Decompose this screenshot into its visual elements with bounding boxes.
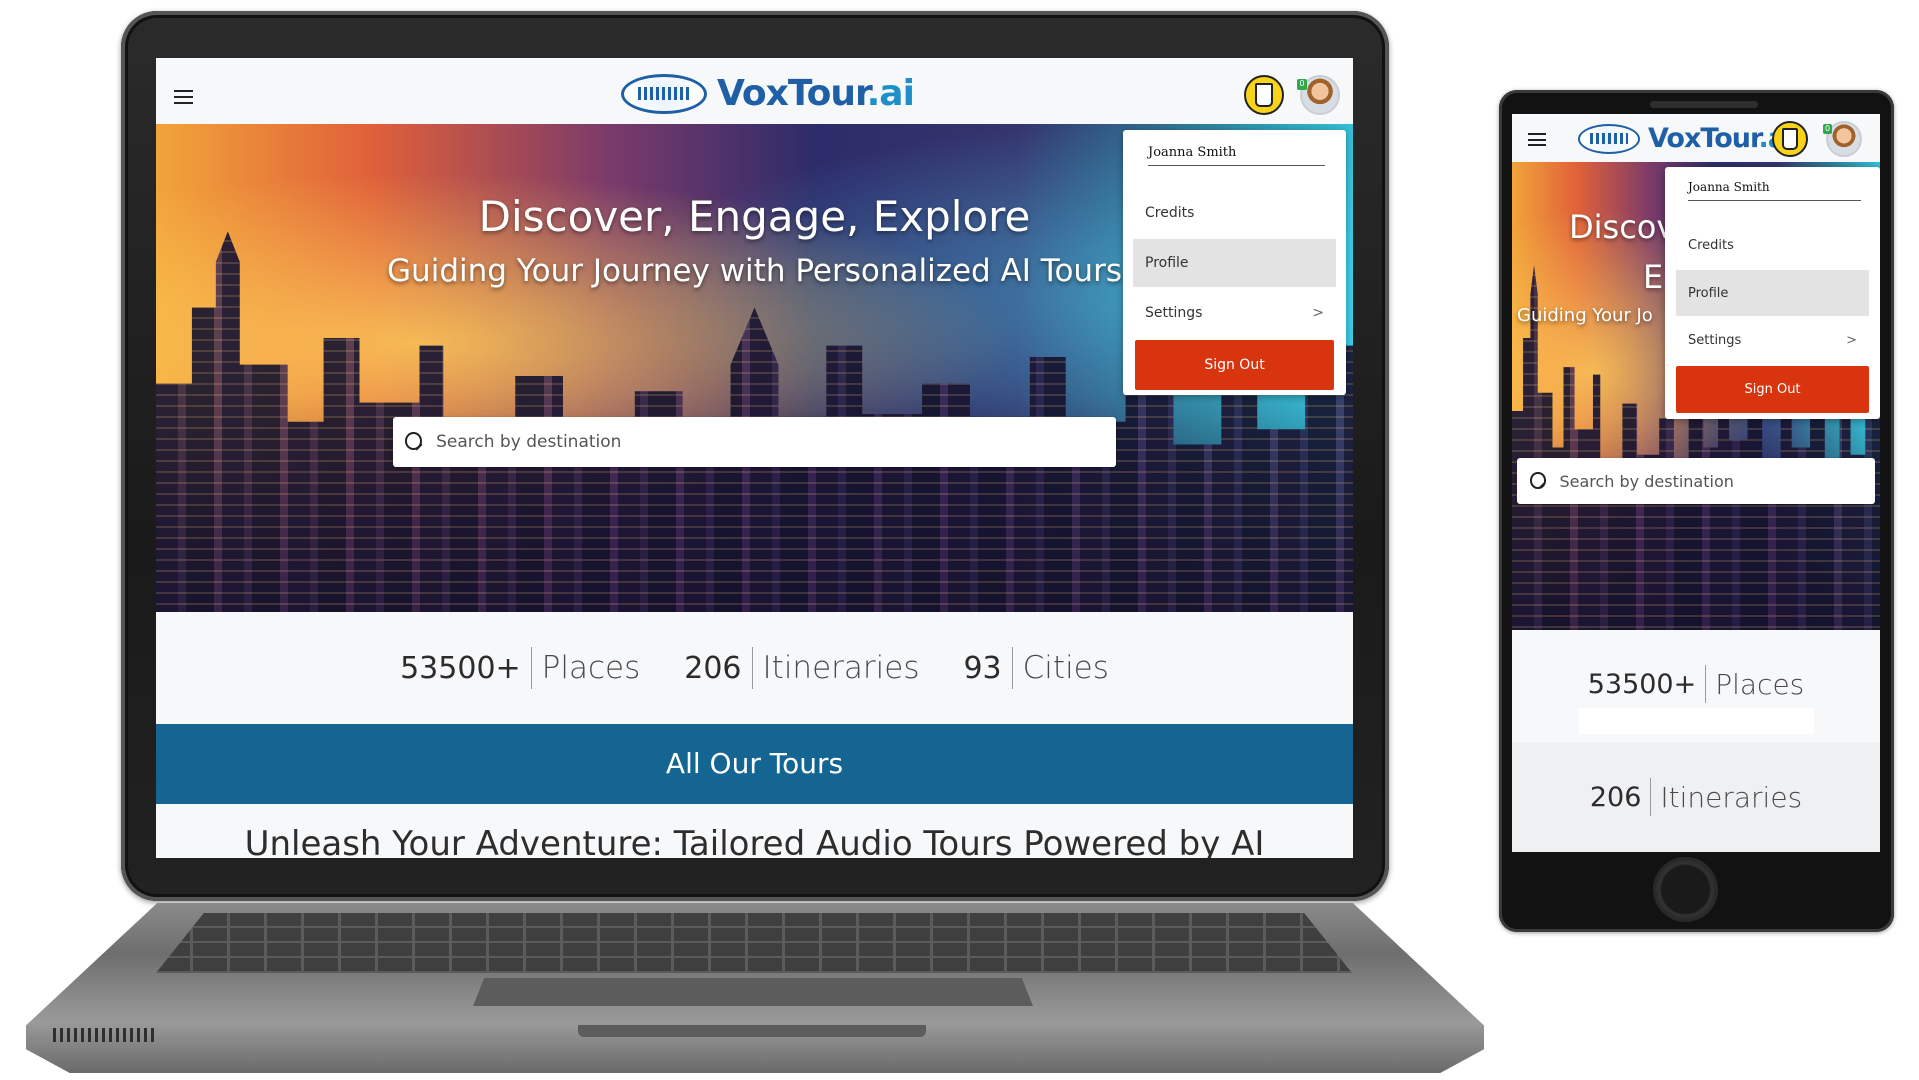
user-menu: Joanna Smith Credits Profile Settings > S… xyxy=(1123,130,1346,395)
top-bar: VoxTour.ai 0 xyxy=(156,58,1353,124)
laptop-vent xyxy=(53,1028,158,1042)
menu-item-label: Profile xyxy=(1145,255,1189,271)
search-icon xyxy=(405,432,424,452)
menu-user-name: Joanna Smith xyxy=(1148,145,1325,166)
laptop-keyboard xyxy=(156,913,1352,973)
hamburger-icon[interactable] xyxy=(174,90,193,104)
brand-suffix: .ai xyxy=(866,73,915,114)
menu-item-label: Settings xyxy=(1688,332,1742,348)
menu-item-label: Profile xyxy=(1688,285,1729,301)
stat-itineraries: 206 Itineraries xyxy=(684,647,919,689)
menu-item-label: Credits xyxy=(1145,205,1195,221)
stat-label: Places xyxy=(541,650,641,686)
stat-value: 53500+ xyxy=(1587,668,1697,700)
top-bar: VoxTour.ai 0 xyxy=(1512,114,1880,162)
globe-logo-icon xyxy=(621,73,707,114)
stat-value: 53500+ xyxy=(400,650,521,686)
phone-speaker xyxy=(1650,101,1758,108)
sign-out-button[interactable]: Sign Out xyxy=(1676,366,1869,413)
stat-itineraries: 206 Itineraries xyxy=(1512,742,1880,852)
menu-item-label: Credits xyxy=(1688,237,1734,253)
globe-logo-icon xyxy=(1578,123,1640,154)
search-input[interactable] xyxy=(436,432,1116,452)
stat-divider xyxy=(1011,647,1013,689)
stat-value: 93 xyxy=(963,650,1002,686)
stat-divider xyxy=(1650,778,1652,816)
tagline: Unleash Your Adventure: Tailored Audio T… xyxy=(244,824,1265,858)
stat-places: 53500+ Places xyxy=(400,647,640,689)
sign-out-button[interactable]: Sign Out xyxy=(1135,340,1334,390)
stat-label: Places xyxy=(1715,667,1805,701)
user-menu: Joanna Smith Credits Profile Settings > S… xyxy=(1665,167,1880,419)
stat-cities: 93 Cities xyxy=(963,647,1109,689)
stats-row: 53500+ Places 206 Itineraries 93 Cities xyxy=(156,612,1353,724)
stat-value: 206 xyxy=(1589,781,1642,813)
menu-user-name: Joanna Smith xyxy=(1688,180,1861,201)
coffee-cup-icon[interactable] xyxy=(1772,121,1808,157)
avatar-badge: 0 xyxy=(1297,79,1307,90)
stat-label: Cities xyxy=(1022,650,1109,686)
search-bar[interactable] xyxy=(1517,458,1875,504)
menu-item-profile[interactable]: Profile xyxy=(1133,239,1336,287)
stat-value: 206 xyxy=(684,650,742,686)
hero-title: Discov xyxy=(1569,208,1676,246)
chevron-right-icon: > xyxy=(1312,305,1324,321)
search-bar[interactable] xyxy=(393,417,1116,467)
laptop-base-lip xyxy=(578,1025,926,1037)
logo[interactable]: VoxTour.ai xyxy=(621,73,915,114)
stat-label: Itineraries xyxy=(762,650,920,686)
search-icon xyxy=(1530,472,1546,490)
avatar-badge: 0 xyxy=(1823,124,1832,134)
chevron-right-icon: > xyxy=(1846,332,1857,348)
menu-item-label: Settings xyxy=(1145,305,1203,321)
stat-divider xyxy=(530,647,532,689)
menu-item-credits[interactable]: Credits xyxy=(1133,189,1336,237)
laptop-trackpad xyxy=(473,978,1033,1006)
stat-places-group: 53500+ Places xyxy=(1587,665,1805,703)
logo[interactable]: VoxTour.ai xyxy=(1578,123,1794,154)
laptop-screen: VoxTour.ai 0 Discover, Engage, Explore G… xyxy=(156,58,1353,858)
stat-divider xyxy=(751,647,753,689)
brand-name: VoxTour xyxy=(1648,123,1759,154)
phone-home-button[interactable] xyxy=(1655,859,1716,920)
hero-subtitle: Guiding Your Jo xyxy=(1517,305,1653,326)
menu-item-credits[interactable]: Credits xyxy=(1676,222,1869,268)
hero-title-line2: E xyxy=(1643,258,1664,296)
menu-item-settings[interactable]: Settings > xyxy=(1676,317,1869,363)
stat-divider xyxy=(1705,665,1707,703)
menu-item-profile[interactable]: Profile xyxy=(1676,270,1869,316)
stat-spacer xyxy=(1579,708,1814,734)
search-input[interactable] xyxy=(1559,471,1875,491)
stat-label: Itineraries xyxy=(1660,780,1803,814)
phone-screen: VoxTour.ai 0 Discov E Guiding Your Jo 53… xyxy=(1512,114,1880,852)
hamburger-icon[interactable] xyxy=(1528,133,1546,146)
coffee-cup-icon[interactable] xyxy=(1244,75,1284,115)
brand-name: VoxTour xyxy=(717,73,868,114)
menu-item-settings[interactable]: Settings > xyxy=(1133,289,1336,337)
stat-itineraries-group: 206 Itineraries xyxy=(1590,778,1802,816)
all-tours-button[interactable]: All Our Tours xyxy=(156,724,1353,804)
